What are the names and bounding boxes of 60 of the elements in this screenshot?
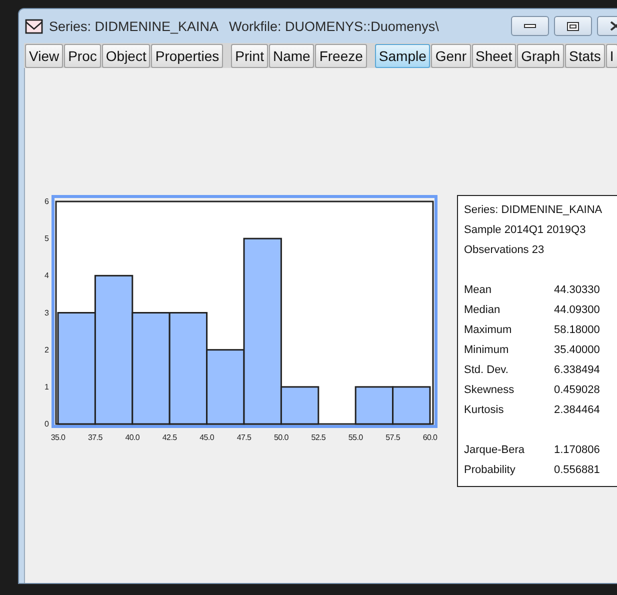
window-title: Series: DIDMENINE_KAINA Workfile: DUOMENYS::Duomenys\ <box>49 18 439 34</box>
x-tick-label: 52.5 <box>311 433 326 442</box>
statistic-value: 2.384464 <box>554 404 600 416</box>
toolbar-button[interactable]: Object <box>102 44 150 68</box>
y-tick-label: 0 <box>44 420 49 428</box>
toolbar-button[interactable]: Sheet <box>472 44 516 68</box>
x-tick-label: 60.0 <box>422 433 438 442</box>
statistic-label: Kurtosis <box>464 404 505 416</box>
y-tick-label: 2 <box>44 345 49 354</box>
maximize-button[interactable] <box>554 16 592 36</box>
toolbar-button[interactable]: View <box>25 44 64 68</box>
x-tick-label: 37.5 <box>88 433 102 442</box>
statistic-label: Std. Dev. <box>464 364 510 376</box>
toolbar-button[interactable]: Freeze <box>315 44 367 68</box>
minimize-icon <box>524 24 536 28</box>
statistic-label: Median <box>464 304 502 316</box>
toolbar-button[interactable]: Properties <box>151 44 224 68</box>
toolbar-button[interactable]: I <box>606 44 617 68</box>
toolbar-button[interactable]: Sample <box>374 44 430 68</box>
maximize-icon <box>567 22 579 30</box>
y-tick-label: 1 <box>44 382 49 392</box>
histogram-bar <box>392 386 431 425</box>
statistic-value: 1.170806 <box>554 444 600 456</box>
statistic-label: Skewness <box>464 384 516 396</box>
x-tick-label: 42.5 <box>162 433 177 442</box>
chart-window-icon <box>25 18 43 34</box>
x-tick-label: 47.5 <box>236 433 252 442</box>
x-tick-label: 35.0 <box>50 433 66 442</box>
statistic-value: 35.40000 <box>554 344 600 356</box>
statistic-value: 58.18000 <box>554 324 600 336</box>
x-tick-label: 55.0 <box>348 433 363 442</box>
y-tick-label: 4 <box>44 271 49 280</box>
toolbar-button[interactable]: Proc <box>64 44 101 68</box>
statistics-header: Sample 2014Q1 2019Q3 <box>464 223 587 238</box>
statistic-value: 44.09300 <box>554 304 600 316</box>
statistic-label: Mean <box>464 284 493 296</box>
toolbar-button[interactable]: Print <box>231 44 268 68</box>
statistic-value: 44.30330 <box>554 284 600 296</box>
histogram-bar <box>354 386 394 425</box>
toolbar-button[interactable]: Name <box>268 44 314 68</box>
x-tick-label: 57.5 <box>386 433 400 442</box>
statistic-label: Probability <box>464 464 516 476</box>
toolbar-button[interactable]: Genr <box>431 44 470 68</box>
y-tick-label: 3 <box>44 308 49 318</box>
statistic-value: 0.556881 <box>554 464 600 476</box>
statistic-label: Minimum <box>464 344 510 356</box>
x-tick-label: 45.0 <box>200 433 214 442</box>
minimize-button[interactable] <box>511 16 549 36</box>
y-tick-label: 6 <box>44 197 49 206</box>
toolbar-button[interactable]: Stats <box>565 44 605 68</box>
statistics-header: Observations 23 <box>464 243 546 258</box>
x-tick-label: 40.0 <box>125 433 140 442</box>
y-tick-label: 5 <box>44 234 49 244</box>
statistic-value: 0.459028 <box>554 384 600 396</box>
toolbar-button[interactable]: Graph <box>517 44 564 68</box>
statistic-label: Jarque-Bera <box>464 444 526 456</box>
statistic-value: 6.338494 <box>554 364 600 376</box>
statistic-label: Maximum <box>464 324 513 336</box>
statistics-header: Series: DIDMENINE_KAINA <box>464 203 604 218</box>
x-tick-label: 50.0 <box>274 433 288 442</box>
